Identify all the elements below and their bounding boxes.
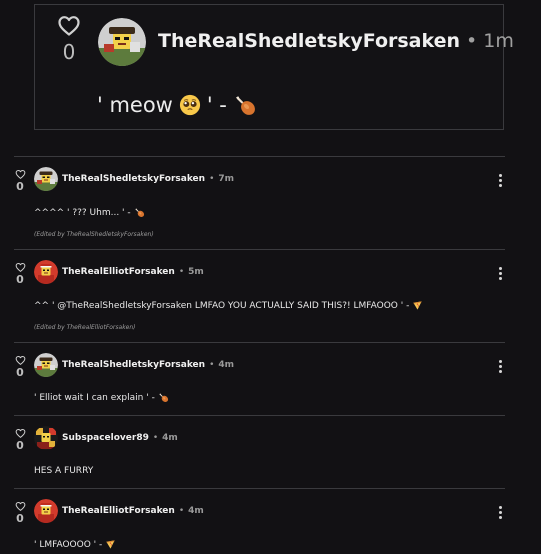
comment-header: TheRealShedletskyForsaken • 4m <box>62 360 234 370</box>
post-header: TheRealShedletskyForsaken • 1m <box>158 30 514 52</box>
separator: • <box>152 433 159 443</box>
comment-item: 0 TheRealShedletskyForsaken • 7m ^^^^ ' ??… <box>14 156 505 249</box>
more-options-icon[interactable] <box>497 174 503 189</box>
timestamp: 5m <box>188 267 204 277</box>
comment-text: HES A FURRY <box>34 466 93 476</box>
author-name[interactable]: TheRealShedletskyForsaken <box>158 30 460 52</box>
comment-text-content: ^^^^ ' ??? Uhm... ' - <box>34 207 131 218</box>
heart-icon[interactable] <box>15 428 26 439</box>
avatar[interactable] <box>34 426 58 450</box>
heart-icon[interactable] <box>15 169 26 180</box>
timestamp: 4m <box>162 433 178 443</box>
like-count: 0 <box>16 366 24 379</box>
like-count: 0 <box>16 273 24 286</box>
like-control[interactable]: 0 <box>14 501 26 525</box>
post-text-prefix: ' meow <box>97 93 173 117</box>
pizza-icon <box>105 539 116 550</box>
like-count: 0 <box>16 512 24 525</box>
comment-text: ^^^^ ' ??? Uhm... ' - <box>34 207 145 218</box>
comment-text: ^^ ' @TheRealShedletskyForsaken LMFAO YO… <box>34 300 423 311</box>
timestamp: 1m <box>483 30 514 52</box>
comment-text: ' LMFAOOOO ' - <box>34 539 116 550</box>
edited-note: (Edited by TheRealShedletskyForsaken) <box>34 231 154 238</box>
like-control[interactable]: 0 <box>14 262 26 286</box>
avatar[interactable] <box>34 353 58 377</box>
comment-header: TheRealElliotForsaken • 5m <box>62 267 204 277</box>
like-count: 0 <box>62 40 76 64</box>
drumstick-icon <box>233 93 257 117</box>
edited-note: (Edited by TheRealElliotForsaken) <box>34 324 136 331</box>
comment-text-content: ^^ ' @TheRealShedletskyForsaken LMFAO YO… <box>34 300 410 311</box>
more-options-icon[interactable] <box>497 267 503 282</box>
author-name[interactable]: TheRealShedletskyForsaken <box>62 174 205 184</box>
author-name[interactable]: TheRealElliotForsaken <box>62 506 175 516</box>
timestamp: 7m <box>218 174 235 184</box>
like-count: 0 <box>16 439 24 452</box>
comment-text-content: HES A FURRY <box>34 466 94 476</box>
post-text-mid: ' - <box>206 93 227 117</box>
comment-text-content: ' LMFAOOOO ' - <box>34 539 103 550</box>
comment-item: 0 TheRealShedletskyForsaken • 4m ' Elliot … <box>14 342 505 415</box>
post-text: ' meow ' - <box>97 93 257 117</box>
more-options-icon[interactable] <box>497 506 503 521</box>
like-control[interactable]: 0 <box>14 428 26 452</box>
drumstick-icon <box>134 207 145 218</box>
separator: • <box>178 506 185 516</box>
drumstick-icon <box>158 392 169 403</box>
like-control[interactable]: 0 <box>14 169 26 193</box>
heart-icon[interactable] <box>15 262 26 273</box>
separator: • <box>178 267 185 277</box>
author-name[interactable]: Subspacelover89 <box>62 433 149 443</box>
comment-text: ' Elliot wait I can explain ' - <box>34 392 169 403</box>
timestamp: 4m <box>188 506 204 516</box>
timestamp: 4m <box>218 360 235 370</box>
avatar[interactable] <box>34 499 58 523</box>
quoted-post-card[interactable]: 0 TheRealShedletskyForsaken • 1m ' meow ' … <box>34 4 514 130</box>
more-options-icon[interactable] <box>497 360 503 375</box>
comment-header: Subspacelover89 • 4m <box>62 433 178 443</box>
pleading-face-icon <box>179 94 201 116</box>
like-count: 0 <box>16 180 24 193</box>
author-name[interactable]: TheRealElliotForsaken <box>62 267 175 277</box>
comment-header: TheRealShedletskyForsaken • 7m <box>62 174 234 184</box>
separator: • <box>466 30 478 52</box>
comment-header: TheRealElliotForsaken • 4m <box>62 506 204 516</box>
pizza-icon <box>412 300 423 311</box>
heart-icon[interactable] <box>15 355 26 366</box>
separator: • <box>209 360 215 370</box>
heart-icon[interactable] <box>15 501 26 512</box>
like-control[interactable]: 0 <box>14 355 26 379</box>
comment-item: 0 TheRealElliotForsaken • 4m ' LMFAOOOO ' … <box>14 488 505 554</box>
comment-item: 0 Subspacelover89 • 4m HES A FURRY <box>14 415 505 488</box>
avatar[interactable] <box>34 260 58 284</box>
separator: • <box>209 174 215 184</box>
like-control[interactable]: 0 <box>56 14 82 64</box>
comment-text-content: ' Elliot wait I can explain ' - <box>34 392 155 403</box>
avatar[interactable] <box>98 18 146 66</box>
comment-item: 0 TheRealElliotForsaken • 5m ^^ ' @TheReal… <box>14 249 505 342</box>
heart-icon[interactable] <box>56 14 82 38</box>
avatar[interactable] <box>34 167 58 191</box>
author-name[interactable]: TheRealShedletskyForsaken <box>62 360 205 370</box>
